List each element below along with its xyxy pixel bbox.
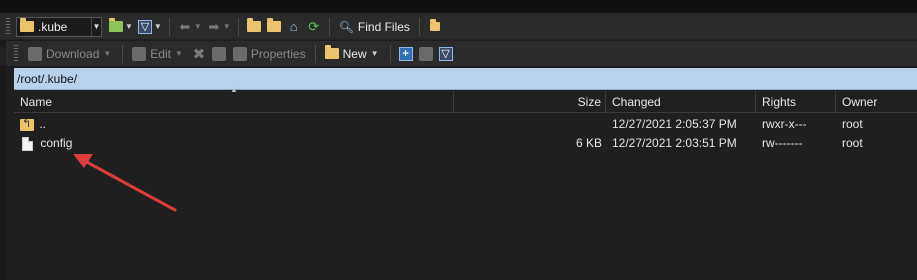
toolbar-grip[interactable] bbox=[14, 44, 18, 63]
chevron-down-icon[interactable]: ▼ bbox=[125, 22, 133, 31]
edit-label: Edit bbox=[150, 46, 171, 61]
file-size: 6 KB bbox=[575, 136, 602, 150]
path-bar[interactable]: /root/.kube/ bbox=[14, 68, 917, 90]
location-combo[interactable]: .kube ▼ bbox=[16, 16, 102, 37]
file-name: config bbox=[40, 136, 73, 150]
download-icon bbox=[28, 46, 42, 61]
folder-icon bbox=[20, 18, 34, 32]
parent-folder-icon bbox=[20, 115, 34, 134]
rename-button[interactable] bbox=[209, 44, 229, 64]
chevron-down-icon[interactable]: ▼ bbox=[91, 17, 101, 36]
toolbar-separator bbox=[168, 17, 170, 36]
chevron-down-icon[interactable]: ▼ bbox=[175, 49, 183, 58]
back-button[interactable]: ⬅ bbox=[175, 17, 195, 37]
arrow-right-icon: ➡ bbox=[208, 18, 220, 34]
column-owner[interactable]: Owner bbox=[836, 91, 917, 113]
select-files-button[interactable]: + bbox=[396, 44, 416, 64]
column-header: ▲ Name Size Changed Rights Owner bbox=[14, 85, 917, 113]
file-rights: rw------- bbox=[762, 136, 803, 150]
chevron-down-icon[interactable]: ▼ bbox=[371, 49, 379, 58]
file-icon bbox=[22, 136, 33, 151]
filter-icon: ▽ bbox=[438, 46, 453, 61]
column-changed[interactable]: Changed bbox=[606, 91, 756, 113]
plus-icon: + bbox=[398, 46, 413, 61]
chevron-down-icon[interactable]: ▼ bbox=[154, 22, 162, 31]
root-directory-button[interactable] bbox=[264, 17, 284, 37]
refresh-icon: ⟳ bbox=[308, 18, 320, 34]
parent-folder-icon bbox=[246, 18, 261, 32]
column-name[interactable]: Name bbox=[14, 91, 454, 113]
file-toolbar: Download ▼ Edit ▼ ✖ Properties New ▼ + ▽ bbox=[0, 41, 917, 67]
left-panel-edge bbox=[0, 41, 6, 280]
rename-icon bbox=[211, 46, 226, 61]
refresh-button[interactable]: ⟳ bbox=[304, 17, 324, 37]
root-folder-icon bbox=[266, 18, 281, 32]
home-directory-button[interactable]: ⌂ bbox=[284, 17, 304, 37]
navigation-toolbar: .kube ▼ ▼ ▽ ▼ ⬅ ▼ ➡ ▼ ⌂ ⟳ 🔍︎ Find Files bbox=[0, 14, 917, 40]
toolbar-grip[interactable] bbox=[6, 17, 10, 36]
tree-icon bbox=[429, 19, 440, 31]
file-list-panel: ▲ Name Size Changed Rights Owner .. 12/2… bbox=[14, 85, 917, 280]
open-directory-button[interactable] bbox=[106, 17, 126, 37]
filter-button[interactable]: ▽ bbox=[135, 17, 155, 37]
file-changed: 12/27/2021 2:03:51 PM bbox=[612, 136, 737, 150]
current-path: /root/.kube/ bbox=[17, 71, 78, 86]
file-name-cell: config bbox=[22, 134, 452, 153]
delete-icon: ✖ bbox=[192, 45, 206, 63]
table-row[interactable]: config 6 KB 12/27/2021 2:03:51 PM rw----… bbox=[14, 134, 917, 153]
find-files-button[interactable]: 🔍︎ Find Files bbox=[335, 17, 414, 37]
delete-button[interactable]: ✖ bbox=[189, 44, 209, 64]
properties-button[interactable]: Properties bbox=[229, 44, 310, 64]
parent-directory-button[interactable] bbox=[244, 17, 264, 37]
edit-icon bbox=[132, 46, 147, 61]
arrow-left-icon: ⬅ bbox=[179, 18, 191, 34]
toolbar-separator bbox=[122, 44, 124, 63]
new-folder-icon bbox=[324, 45, 339, 59]
properties-icon bbox=[232, 46, 247, 61]
find-files-label: Find Files bbox=[357, 19, 410, 34]
toolbar-separator bbox=[237, 17, 239, 36]
chevron-down-icon[interactable]: ▼ bbox=[223, 22, 231, 31]
column-size[interactable]: Size bbox=[454, 91, 606, 113]
file-changed: 12/27/2021 2:05:37 PM bbox=[612, 117, 737, 131]
download-label: Download bbox=[46, 46, 100, 61]
location-text: .kube bbox=[38, 19, 68, 34]
toolbar-separator bbox=[389, 44, 391, 63]
table-row[interactable]: .. 12/27/2021 2:05:37 PM rwxr-x--- root bbox=[14, 115, 917, 134]
filter-icon: ▽ bbox=[137, 19, 152, 34]
toolbar-separator bbox=[418, 17, 420, 36]
file-owner: root bbox=[842, 136, 863, 150]
file-owner: root bbox=[842, 117, 863, 131]
filter-files-button[interactable]: ▽ bbox=[436, 44, 456, 64]
tree-button[interactable] bbox=[425, 17, 445, 37]
search-icon: 🔍︎ bbox=[338, 19, 354, 34]
toolbar-separator bbox=[328, 17, 330, 36]
unselect-files-button[interactable] bbox=[416, 44, 436, 64]
home-icon: ⌂ bbox=[289, 19, 298, 34]
minus-icon bbox=[418, 46, 433, 61]
new-label: New bbox=[342, 46, 367, 61]
title-strip bbox=[0, 0, 917, 14]
file-size bbox=[454, 115, 602, 134]
chevron-down-icon[interactable]: ▼ bbox=[103, 49, 111, 58]
column-rights[interactable]: Rights bbox=[756, 91, 836, 113]
new-button[interactable]: New ▼ bbox=[321, 44, 385, 64]
file-name: .. bbox=[39, 117, 47, 131]
forward-button[interactable]: ➡ bbox=[204, 17, 224, 37]
open-folder-icon bbox=[109, 18, 123, 32]
edit-button[interactable]: Edit ▼ bbox=[128, 44, 189, 64]
file-name-cell: .. bbox=[20, 115, 450, 134]
properties-label: Properties bbox=[250, 46, 306, 61]
file-rights: rwxr-x--- bbox=[762, 117, 807, 131]
download-button[interactable]: Download ▼ bbox=[24, 44, 117, 64]
chevron-down-icon[interactable]: ▼ bbox=[194, 22, 202, 31]
toolbar-separator bbox=[314, 44, 316, 63]
